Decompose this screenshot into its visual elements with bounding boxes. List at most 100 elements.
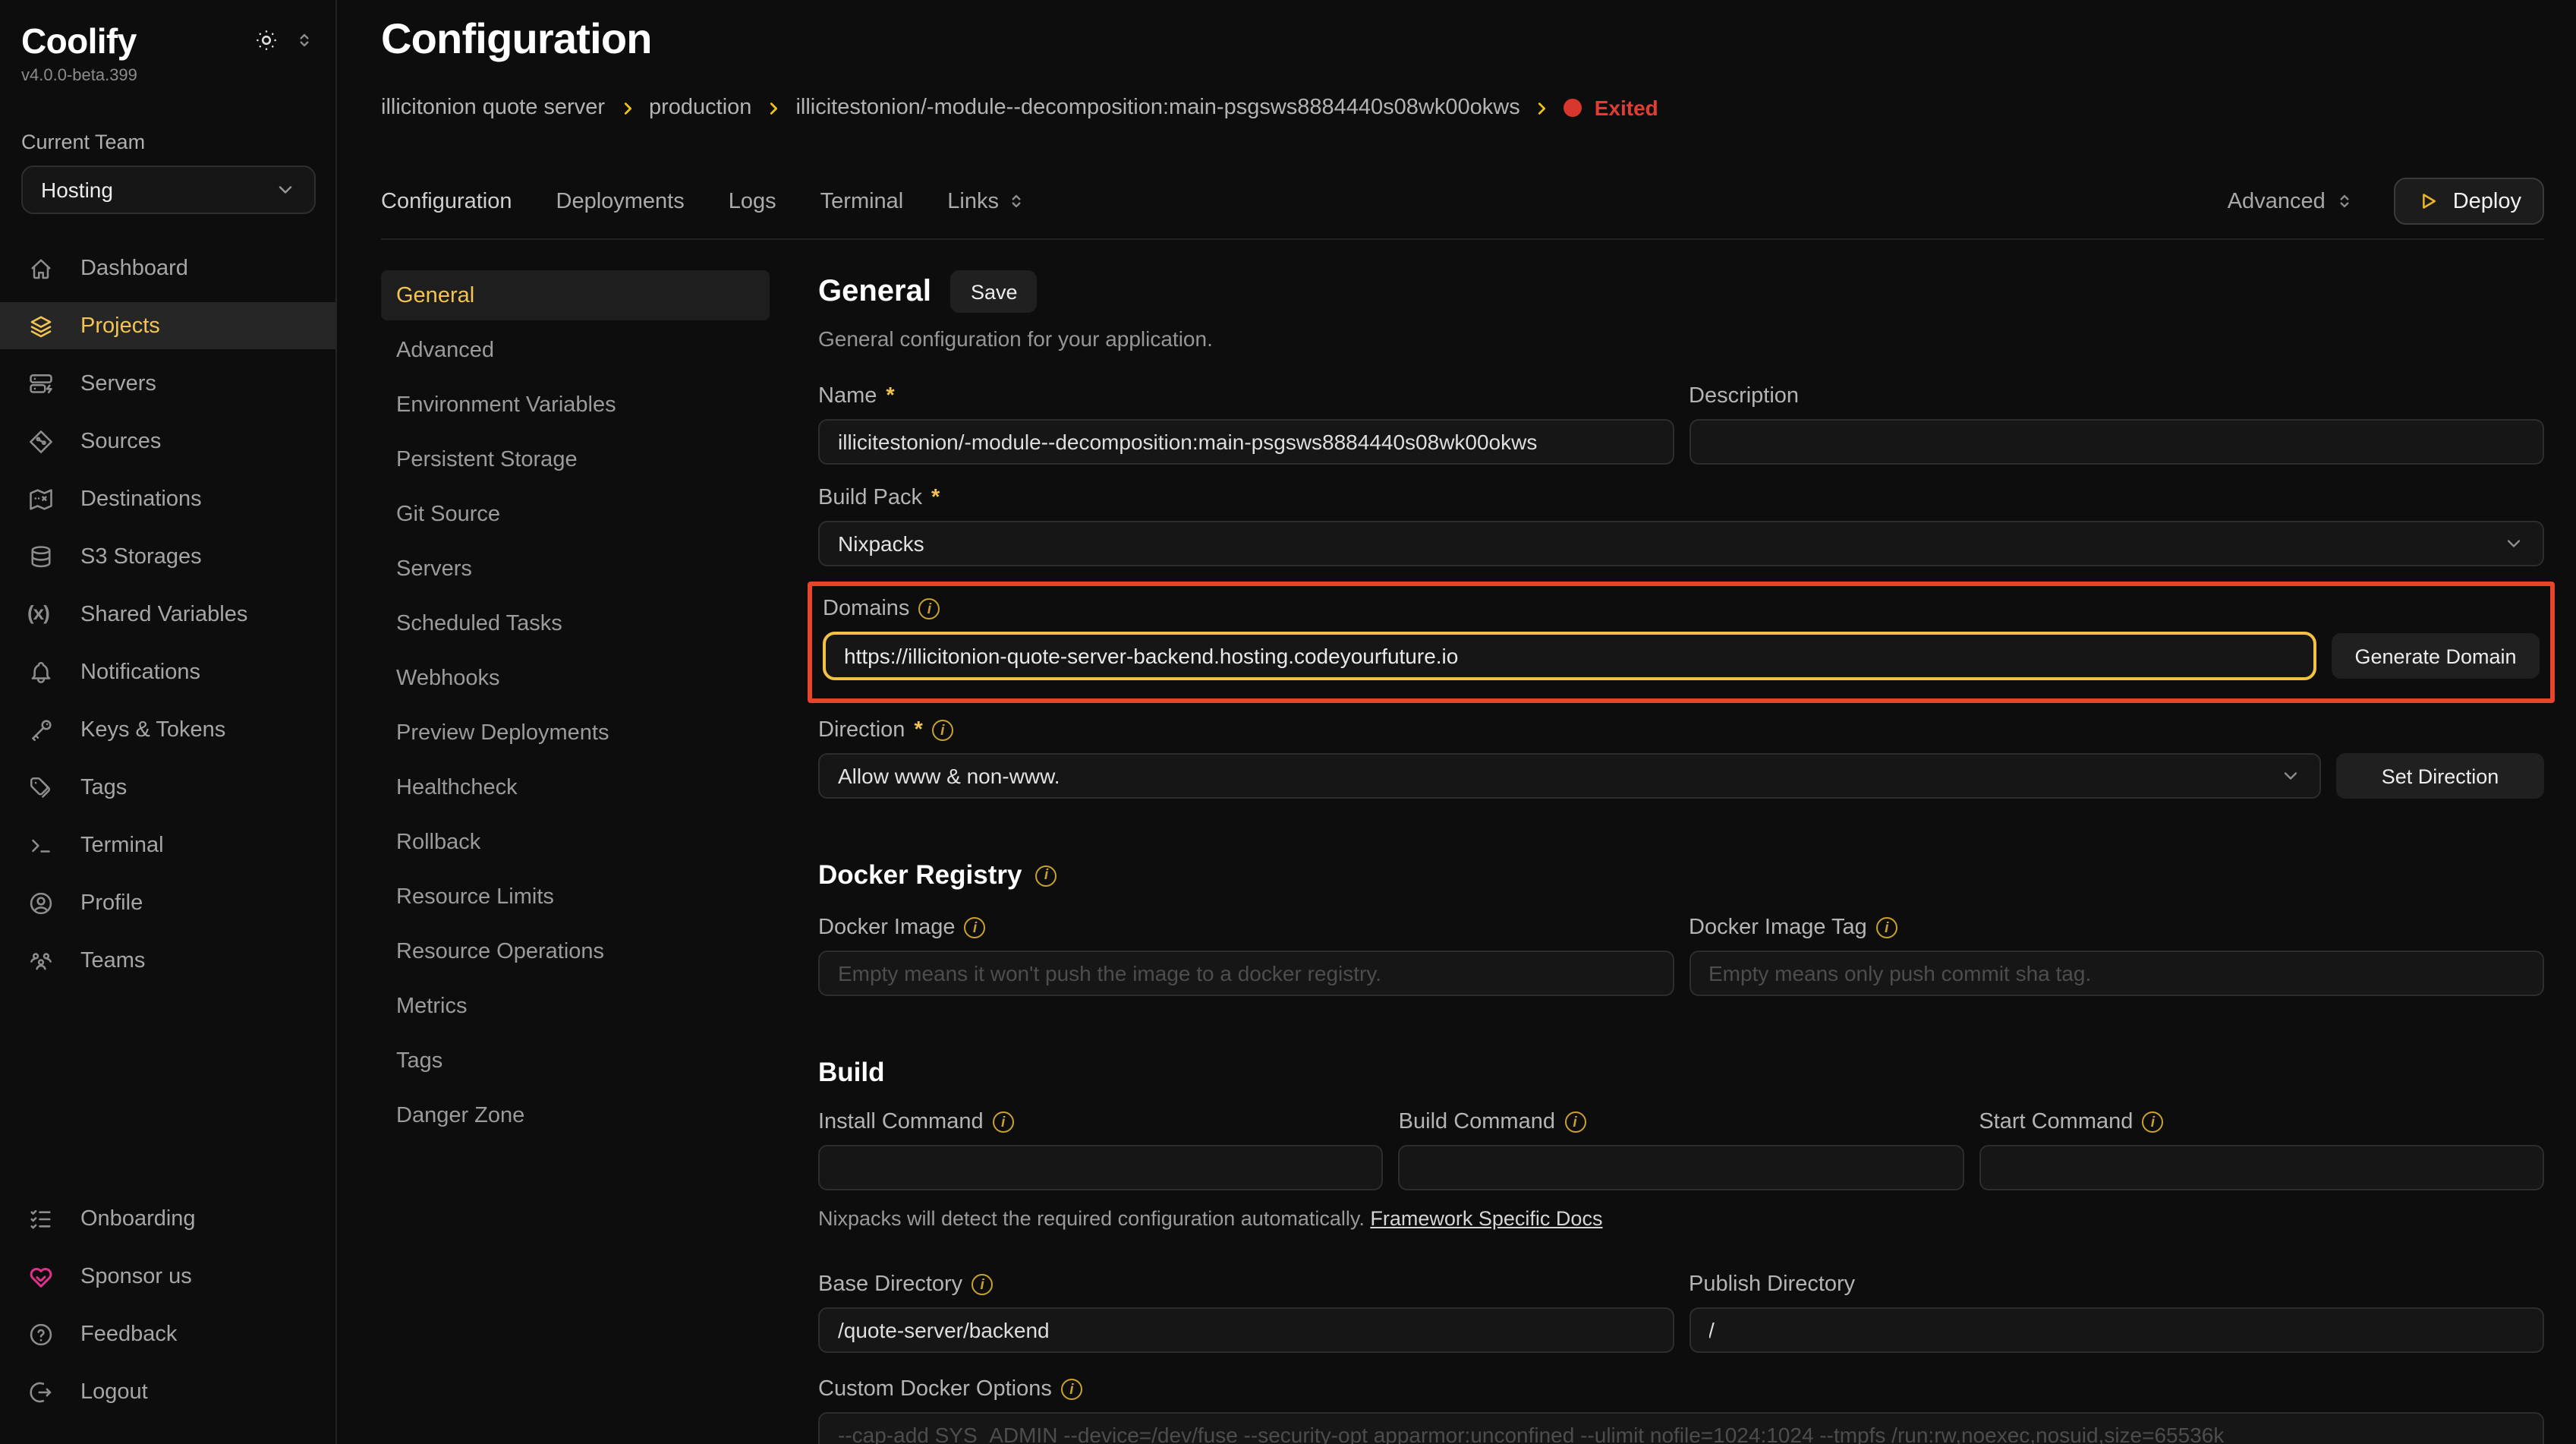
breadcrumb-application[interactable]: illicitestonion/-module--decomposition:m… (795, 96, 1519, 120)
base-directory-input[interactable] (818, 1307, 1674, 1353)
subnav-item-healthcheck[interactable]: Healthcheck (381, 762, 770, 812)
play-icon (2417, 190, 2439, 213)
breadcrumb-environment[interactable]: production (649, 96, 751, 120)
info-icon[interactable] (1061, 1379, 1082, 1400)
map-icon (27, 485, 55, 512)
tab-configuration[interactable]: Configuration (381, 189, 512, 213)
subnav-item-rollback[interactable]: Rollback (381, 817, 770, 867)
sidebar-item-label: Destinations (80, 487, 202, 511)
chevron-down-icon (275, 179, 296, 200)
subnav-item-general[interactable]: General (381, 270, 770, 320)
start-command-input[interactable] (1979, 1145, 2544, 1190)
info-icon[interactable] (972, 1274, 993, 1295)
subnav-item-tags[interactable]: Tags (381, 1036, 770, 1086)
domains-highlight-annotation: Domains Generate Domain (808, 582, 2555, 703)
home-icon (27, 254, 55, 282)
sidebar-item-servers[interactable]: Servers (0, 360, 335, 407)
subnav-item-webhooks[interactable]: Webhooks (381, 653, 770, 703)
subnav-item-environment-variables[interactable]: Environment Variables (381, 380, 770, 430)
subnav-item-danger-zone[interactable]: Danger Zone (381, 1090, 770, 1140)
sidebar-item-terminal[interactable]: Terminal (0, 821, 335, 869)
sidebar-item-destinations[interactable]: Destinations (0, 475, 335, 522)
sidebar-item-label: Keys & Tokens (80, 717, 225, 742)
install-command-input[interactable] (818, 1145, 1384, 1190)
subnav-item-resource-limits[interactable]: Resource Limits (381, 872, 770, 922)
info-icon[interactable] (932, 720, 953, 741)
subnav-item-git-source[interactable]: Git Source (381, 489, 770, 539)
name-input[interactable] (818, 419, 1674, 465)
sidebar-item-dashboard[interactable]: Dashboard (0, 244, 335, 292)
custom-docker-options-input[interactable] (818, 1412, 2544, 1444)
subnav-item-resource-operations[interactable]: Resource Operations (381, 926, 770, 976)
sidebar-item-s3-storages[interactable]: S3 Storages (0, 533, 335, 580)
info-icon[interactable] (2142, 1111, 2163, 1133)
chevron-right-icon (765, 99, 782, 116)
status-dot-icon (1564, 99, 1582, 117)
section-title-build: Build (818, 1057, 885, 1089)
build-command-input[interactable] (1399, 1145, 1964, 1190)
save-button[interactable]: Save (951, 270, 1038, 313)
sidebar-item-feedback[interactable]: Feedback (0, 1310, 335, 1357)
info-icon[interactable] (918, 598, 940, 620)
info-icon[interactable] (993, 1111, 1014, 1133)
subnav-item-servers[interactable]: Servers (381, 544, 770, 594)
domains-input[interactable] (823, 632, 2316, 680)
generate-domain-button[interactable]: Generate Domain (2332, 633, 2540, 679)
chevron-right-icon (619, 99, 635, 116)
description-label: Description (1689, 384, 2544, 408)
required-asterisk: * (886, 384, 894, 408)
tab-links-label: Links (947, 189, 999, 213)
tab-links[interactable]: Links (947, 189, 1026, 213)
sidebar-item-keys-tokens[interactable]: Keys & Tokens (0, 706, 335, 753)
sidebar-item-shared-variables[interactable]: (x)Shared Variables (0, 591, 335, 638)
sidebar-item-projects[interactable]: Projects (0, 302, 335, 349)
deploy-button[interactable]: Deploy (2394, 178, 2544, 225)
build-pack-label: Build Pack* (818, 486, 2544, 510)
info-icon[interactable] (1876, 917, 1897, 938)
description-input[interactable] (1689, 419, 2544, 465)
publish-directory-input[interactable] (1689, 1307, 2544, 1353)
breadcrumb-project[interactable]: illicitonion quote server (381, 96, 605, 120)
sidebar-item-sponsor-us[interactable]: Sponsor us (0, 1253, 335, 1300)
sidebar-item-profile[interactable]: Profile (0, 879, 335, 926)
info-icon[interactable] (1035, 865, 1057, 886)
docker-image-label: Docker Image (818, 916, 1674, 940)
framework-docs-link[interactable]: Framework Specific Docs (1370, 1207, 1602, 1230)
advanced-dropdown[interactable]: Advanced (2228, 189, 2354, 213)
sidebar-item-onboarding[interactable]: Onboarding (0, 1195, 335, 1242)
direction-select[interactable]: Allow www & non-www. (818, 753, 2321, 799)
section-title-docker-registry: Docker Registry (818, 859, 1022, 891)
theme-sun-icon[interactable] (254, 27, 279, 53)
build-pack-select[interactable]: Nixpacks (818, 521, 2544, 566)
sidebar-item-sources[interactable]: Sources (0, 418, 335, 465)
sidebar-item-tags[interactable]: Tags (0, 764, 335, 811)
docker-image-tag-input[interactable] (1689, 951, 2544, 996)
key-icon (27, 716, 55, 743)
checklist-icon (27, 1205, 55, 1232)
subnav-item-metrics[interactable]: Metrics (381, 981, 770, 1031)
nixpacks-helper-text: Nixpacks will detect the required config… (818, 1207, 2544, 1230)
brand-logo[interactable]: Coolify (21, 21, 137, 62)
tab-logs[interactable]: Logs (729, 189, 776, 213)
info-icon[interactable] (965, 917, 986, 938)
tab-bar: Configuration Deployments Logs Terminal … (381, 178, 2544, 225)
subnav-item-scheduled-tasks[interactable]: Scheduled Tasks (381, 598, 770, 648)
publish-directory-label: Publish Directory (1689, 1272, 2544, 1297)
set-direction-button[interactable]: Set Direction (2336, 753, 2544, 799)
sidebar-item-label: Projects (80, 314, 160, 338)
subnav-item-preview-deployments[interactable]: Preview Deployments (381, 708, 770, 758)
team-select[interactable]: Hosting (21, 166, 316, 214)
sidebar-item-logout[interactable]: Logout (0, 1368, 335, 1415)
docker-image-input[interactable] (818, 951, 1674, 996)
subnav-item-persistent-storage[interactable]: Persistent Storage (381, 434, 770, 484)
build-command-label: Build Command (1399, 1110, 1964, 1134)
tab-deployments[interactable]: Deployments (556, 189, 685, 213)
sidebar-item-teams[interactable]: Teams (0, 937, 335, 984)
subnav-item-advanced[interactable]: Advanced (381, 325, 770, 375)
info-icon[interactable] (1564, 1111, 1586, 1133)
theme-selector-unfold-icon[interactable] (294, 30, 314, 50)
unfold-icon (2335, 191, 2354, 211)
sidebar-item-notifications[interactable]: Notifications (0, 648, 335, 695)
install-command-label: Install Command (818, 1110, 1384, 1134)
tab-terminal[interactable]: Terminal (820, 189, 904, 213)
